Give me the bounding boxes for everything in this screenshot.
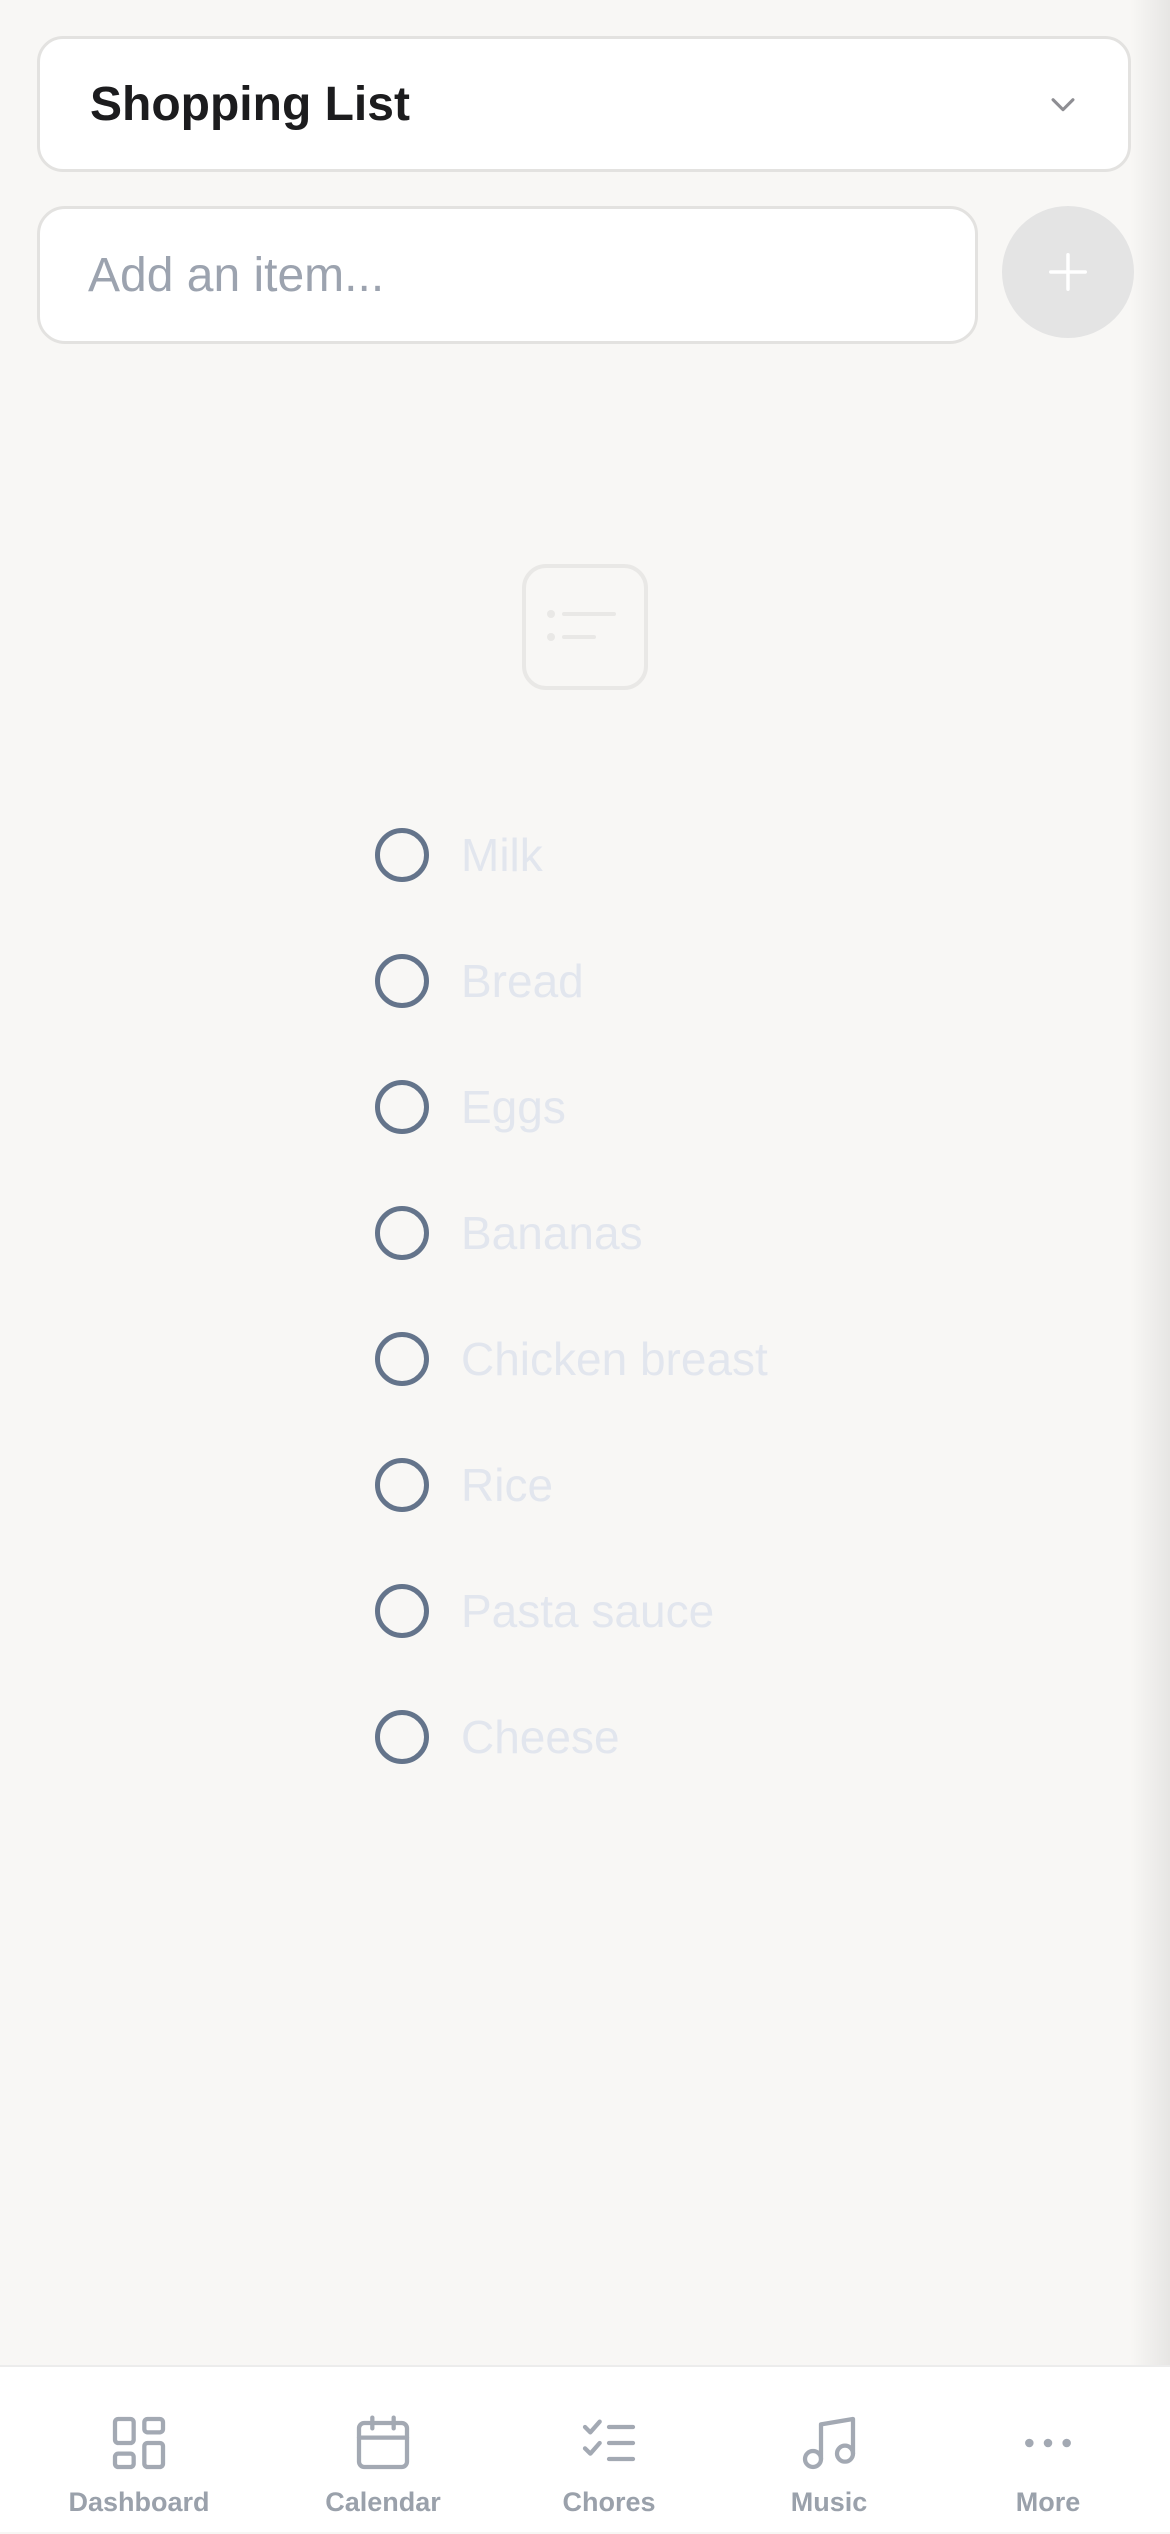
dashboard-icon (112, 2416, 166, 2470)
list-icon (522, 564, 648, 690)
item-checkbox[interactable] (375, 1332, 429, 1386)
item-label: Pasta sauce (461, 1585, 715, 1637)
list-item[interactable]: Milk (372, 792, 768, 918)
add-item-input[interactable] (37, 206, 978, 344)
item-checkbox[interactable] (375, 828, 429, 882)
list-item[interactable]: Bread (372, 918, 768, 1044)
nav-item-more[interactable]: More (938, 2367, 1158, 2534)
nav-item-dashboard[interactable]: Dashboard (29, 2367, 249, 2534)
chevron-down-icon (1051, 98, 1075, 112)
item-label: Eggs (461, 1081, 566, 1133)
list-selector-title: Shopping List (90, 77, 410, 131)
item-label: Cheese (461, 1711, 620, 1763)
bottom-navigation: Dashboard Calendar Chores Music More (0, 2365, 1170, 2532)
calendar-icon (356, 2415, 410, 2470)
nav-item-chores[interactable]: Chores (499, 2367, 719, 2534)
item-label: Milk (461, 829, 543, 881)
item-checkbox[interactable] (375, 1080, 429, 1134)
shopping-items-list: Milk Bread Eggs Bananas Chicken breast R… (372, 792, 768, 1800)
item-label: Bananas (461, 1207, 643, 1259)
right-edge-shadow (1130, 0, 1170, 2365)
item-label: Rice (461, 1459, 554, 1511)
list-item[interactable]: Pasta sauce (372, 1548, 768, 1674)
item-checkbox[interactable] (375, 1458, 429, 1512)
item-checkbox[interactable] (375, 1584, 429, 1638)
list-item[interactable]: Bananas (372, 1170, 768, 1296)
list-item[interactable]: Rice (372, 1422, 768, 1548)
list-item[interactable]: Eggs (372, 1044, 768, 1170)
list-selector[interactable]: Shopping List (37, 36, 1131, 172)
music-note-icon (802, 2416, 856, 2470)
nav-label-music: Music (790, 2487, 868, 2517)
nav-label-more: More (1015, 2487, 1081, 2517)
nav-label-chores: Chores (562, 2487, 656, 2517)
nav-item-calendar[interactable]: Calendar (273, 2367, 493, 2534)
item-checkbox[interactable] (375, 1710, 429, 1764)
nav-item-music[interactable]: Music (719, 2367, 939, 2534)
list-item[interactable]: Cheese (372, 1674, 768, 1800)
nav-label-calendar: Calendar (325, 2487, 441, 2517)
item-checkbox[interactable] (375, 954, 429, 1008)
more-dots-icon (1025, 2438, 1071, 2448)
plus-icon (1049, 253, 1087, 291)
list-item[interactable]: Chicken breast (372, 1296, 768, 1422)
item-label: Chicken breast (461, 1333, 768, 1385)
item-checkbox[interactable] (375, 1206, 429, 1260)
add-item-button[interactable] (1002, 206, 1134, 338)
checklist-icon (582, 2419, 636, 2462)
item-label: Bread (461, 955, 584, 1007)
nav-label-dashboard: Dashboard (68, 2487, 210, 2517)
